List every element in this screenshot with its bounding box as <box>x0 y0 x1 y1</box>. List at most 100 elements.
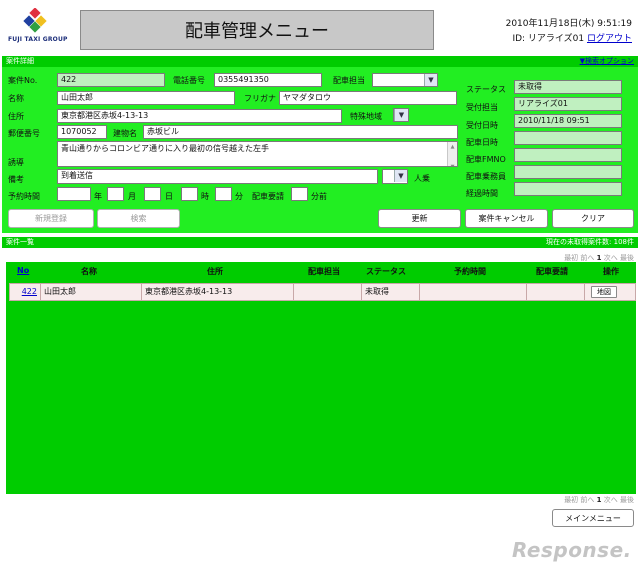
guide-text: 青山通りからコロンビア通りに入り最初の信号越えた左手 <box>61 144 269 153</box>
status-label-status: ステータス <box>466 85 506 94</box>
table-row[interactable]: 422 山田太郎 東京都港区赤坂4-13-13 未取得 地図 <box>9 283 636 301</box>
guide-scrollbar[interactable]: ▲ ▼ <box>447 142 457 166</box>
col-no[interactable]: No <box>17 266 29 275</box>
chevron-down-icon: ▼ <box>424 74 437 86</box>
pager-current: 1 <box>596 254 602 262</box>
status-value-elapsed <box>514 182 622 196</box>
status-label-received-at: 受付日時 <box>466 121 498 130</box>
name-input[interactable]: 山田太郎 <box>57 91 235 105</box>
col-name: 名称 <box>81 267 97 276</box>
row-no-link[interactable]: 422 <box>10 284 41 300</box>
case-detail-title: 案件詳細 <box>6 57 34 65</box>
pager-bottom: 最初 前へ 1 次へ 最後 <box>564 495 634 505</box>
minutes-before-label: 分前 <box>311 192 327 201</box>
address-label: 住所 <box>8 112 24 121</box>
dispatcher-select[interactable]: ▼ <box>372 73 438 87</box>
reserve-month-input[interactable] <box>107 187 124 201</box>
status-value-status: 未取得 <box>514 80 622 94</box>
status-label-dispatched-at: 配車日時 <box>466 138 498 147</box>
col-dispatcher: 配車担当 <box>308 267 340 276</box>
row-reserve-time <box>420 284 527 300</box>
status-value-driver <box>514 165 622 179</box>
main-menu-button[interactable]: メインメニュー <box>552 509 634 527</box>
status-label-fmno: 配車FMNO <box>466 155 506 164</box>
pager-last[interactable]: 最後 <box>620 496 634 504</box>
case-list-header: No 名称 住所 配車担当 ステータス 予約時間 配車要請 操作 <box>6 266 636 278</box>
note-label: 備考 <box>8 175 24 184</box>
month-label: 月 <box>128 192 136 201</box>
user-id: ID: リアライズ01 <box>512 34 585 44</box>
name-label: 名称 <box>8 94 24 103</box>
pager-current: 1 <box>596 496 602 504</box>
pager-next[interactable]: 次へ <box>604 496 618 504</box>
phone-input[interactable]: 0355491350 <box>214 73 322 87</box>
note-input[interactable]: 到着送信 <box>57 169 378 184</box>
reserve-day-input[interactable] <box>144 187 161 201</box>
pager-next[interactable]: 次へ <box>604 254 618 262</box>
col-action: 操作 <box>603 267 619 276</box>
address-input[interactable]: 東京都港区赤坂4-13-13 <box>57 109 342 123</box>
status-label-elapsed: 経過時間 <box>466 189 498 198</box>
pager-prev[interactable]: 前へ <box>580 254 594 262</box>
pager-first[interactable]: 最初 <box>564 254 578 262</box>
guide-label: 誘導 <box>8 158 24 167</box>
logout-link[interactable]: ログアウト <box>587 34 632 44</box>
row-address: 東京都港区赤坂4-13-13 <box>142 284 294 300</box>
search-button[interactable]: 検索 <box>97 209 180 228</box>
pager-first[interactable]: 最初 <box>564 496 578 504</box>
status-value-received-at: 2010/11/18 09:51 <box>514 114 622 128</box>
cancel-case-button[interactable]: 案件キャンセル <box>465 209 548 228</box>
status-value-receiver: リアライズ01 <box>514 97 622 111</box>
reserve-time-label: 予約時間 <box>8 192 40 201</box>
page-title: 配車管理メニュー <box>80 10 434 50</box>
building-input[interactable]: 赤坂ビル <box>143 125 458 139</box>
status-value-dispatched-at <box>514 131 622 145</box>
col-reserve-time: 予約時間 <box>454 267 486 276</box>
current-datetime: 2010年11月18日(木) 9:51:19 <box>505 19 632 29</box>
case-no-label: 案件No. <box>8 76 38 85</box>
pager-last[interactable]: 最後 <box>620 254 634 262</box>
dispatch-request-label: 配車要請 <box>252 192 284 201</box>
row-status: 未取得 <box>362 284 420 300</box>
status-label-driver: 配車乗務員 <box>466 172 506 181</box>
row-name: 山田太郎 <box>41 284 142 300</box>
dispatch-request-input[interactable] <box>291 187 308 201</box>
postal-label: 郵便番号 <box>8 129 40 138</box>
furigana-input[interactable]: ヤマダタロウ <box>279 91 457 105</box>
special-area-select[interactable]: ▼ <box>393 108 409 122</box>
chevron-down-icon: ▼ <box>394 109 408 121</box>
new-register-button[interactable]: 新規登録 <box>8 209 94 228</box>
reserve-hour-input[interactable] <box>181 187 198 201</box>
case-list-bar: 案件一覧 現在の未取得案件数: 108件 <box>2 237 638 248</box>
pager-prev[interactable]: 前へ <box>580 496 594 504</box>
update-button[interactable]: 更新 <box>378 209 461 228</box>
map-button[interactable]: 地図 <box>591 286 617 298</box>
row-dispatcher <box>294 284 362 300</box>
day-label: 日 <box>165 192 173 201</box>
case-detail-bar: 案件詳細 ▼検索オプション <box>2 56 638 67</box>
case-no-field: 422 <box>57 73 165 87</box>
phone-label: 電話番号 <box>173 76 205 85</box>
col-dispatch-request: 配車要請 <box>536 267 568 276</box>
special-area-label: 特殊地域 <box>350 112 382 121</box>
minute-label: 分 <box>235 192 243 201</box>
passengers-label: 人乗 <box>414 174 430 183</box>
pending-count: 現在の未取得案件数: 108件 <box>546 238 634 246</box>
clear-button[interactable]: クリア <box>552 209 634 228</box>
year-label: 年 <box>94 192 102 201</box>
postal-input[interactable]: 1070052 <box>57 125 107 139</box>
reserve-minute-input[interactable] <box>215 187 232 201</box>
case-list-title: 案件一覧 <box>6 238 34 246</box>
building-label: 建物名 <box>113 129 137 138</box>
col-status: ステータス <box>366 267 406 276</box>
passenger-select[interactable]: ▼ <box>382 169 408 184</box>
response-watermark: Response. <box>512 538 632 562</box>
logo-text: FUJI TAXI GROUP <box>8 36 68 43</box>
reserve-year-input[interactable] <box>57 187 91 201</box>
row-dispatch-request <box>527 284 585 300</box>
search-options-link[interactable]: ▼検索オプション <box>580 56 634 67</box>
user-info: ID: リアライズ01 ログアウト <box>512 31 632 44</box>
guide-textarea[interactable]: 青山通りからコロンビア通りに入り最初の信号越えた左手 ▲ ▼ <box>57 141 458 167</box>
fuji-taxi-logo-icon <box>22 7 48 34</box>
hour-label: 時 <box>201 192 209 201</box>
